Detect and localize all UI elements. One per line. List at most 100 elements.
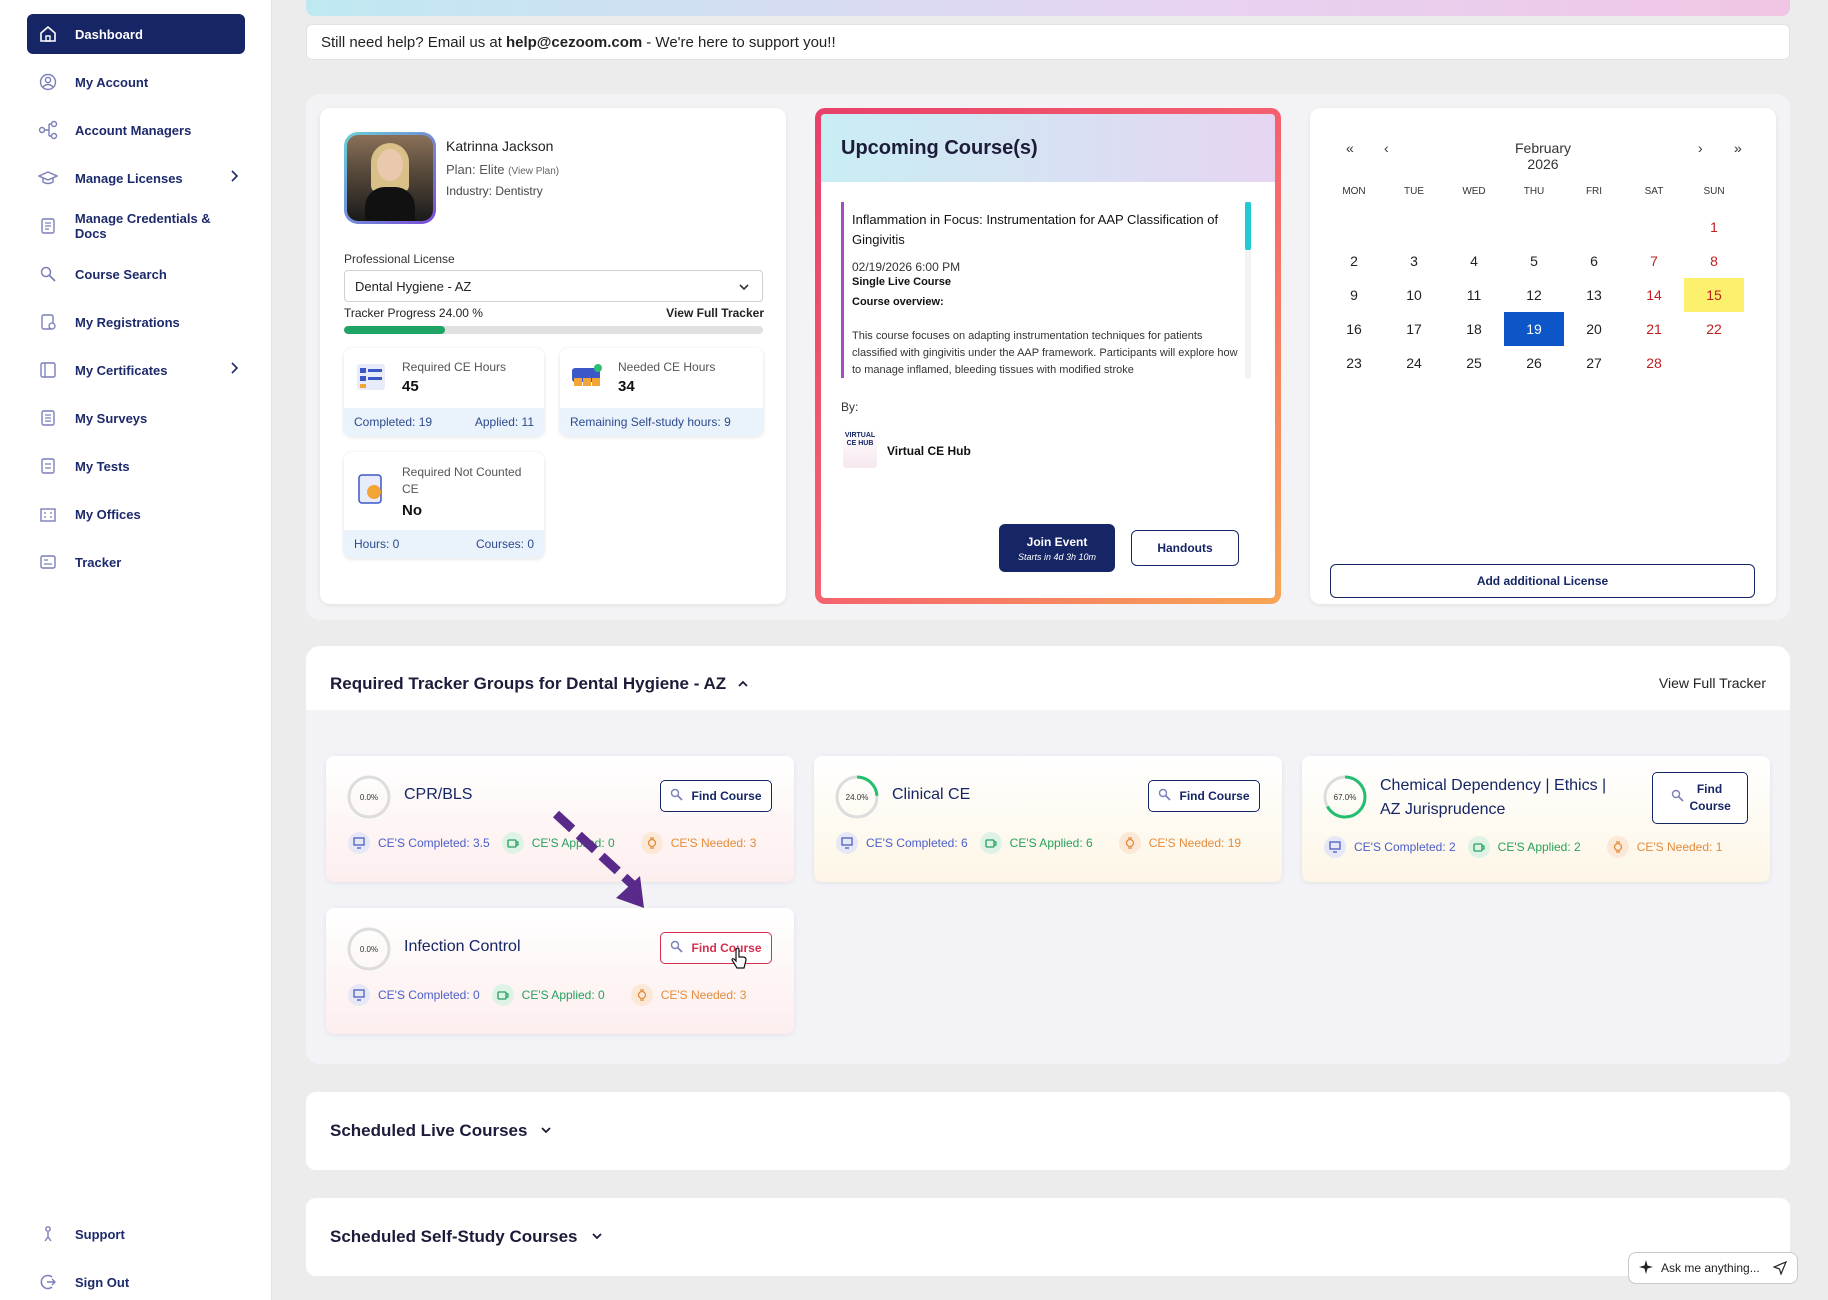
calendar-day[interactable]: 3 — [1384, 244, 1444, 278]
ce-needed: CE'S Needed: 19 — [1148, 836, 1242, 850]
calendar-day[interactable]: 23 — [1324, 346, 1384, 380]
calendar-last-button[interactable]: » — [1734, 140, 1742, 156]
sidebar-item-dashboard[interactable]: Dashboard — [27, 14, 245, 54]
sidebar-item-my-surveys[interactable]: My Surveys — [27, 398, 245, 438]
sidebar-item-label: My Registrations — [75, 314, 180, 330]
find-course-button[interactable]: Find Course — [1652, 772, 1748, 824]
license-select[interactable]: Dental Hygiene - AZ — [344, 270, 763, 302]
calendar-day[interactable]: 18 — [1444, 312, 1504, 346]
overview-scrollbar[interactable] — [1245, 202, 1251, 378]
scheduled-self-study-section[interactable]: Scheduled Self-Study Courses — [306, 1198, 1790, 1276]
test-icon — [37, 455, 59, 477]
profile-card: Katrinna Jackson Plan: Elite (View Plan)… — [320, 108, 786, 604]
certificate-icon — [37, 359, 59, 381]
calendar-day[interactable]: 15 — [1684, 278, 1744, 312]
calendar-prev-button[interactable]: ‹ — [1384, 140, 1389, 156]
sidebar-item-my-registrations[interactable]: My Registrations — [27, 302, 245, 342]
progress-ring — [347, 927, 391, 971]
calendar-day[interactable]: 8 — [1684, 244, 1744, 278]
calendar-day[interactable]: 25 — [1444, 346, 1504, 380]
calendar-day[interactable]: 11 — [1444, 278, 1504, 312]
sidebar-item-support[interactable]: Support — [27, 1214, 245, 1254]
sidebar-item-sign-out[interactable]: Sign Out — [27, 1262, 245, 1300]
scheduled-live-courses-section[interactable]: Scheduled Live Courses — [306, 1092, 1790, 1170]
calendar-day[interactable]: 10 — [1384, 278, 1444, 312]
sidebar-item-manage-credentials[interactable]: Manage Credentials & Docs — [27, 206, 245, 246]
sidebar-item-tracker[interactable]: Tracker — [27, 542, 245, 582]
sidebar-item-my-account[interactable]: My Account — [27, 62, 245, 102]
ce-needed: CE'S Needed: 1 — [1636, 840, 1723, 854]
calendar-day[interactable]: 14 — [1624, 278, 1684, 312]
join-event-button[interactable]: Join Event Starts in 4d 3h 10m — [999, 524, 1115, 572]
calendar-day[interactable]: 1 — [1684, 210, 1744, 244]
calendar-day[interactable]: 19 — [1504, 312, 1564, 346]
add-license-button[interactable]: Add additional License — [1330, 564, 1755, 598]
send-icon[interactable] — [1772, 1260, 1788, 1278]
course-overview-label: Course overview: — [852, 296, 944, 308]
calendar-day[interactable]: 7 — [1624, 244, 1684, 278]
find-course-button[interactable]: Find Course — [660, 780, 772, 812]
group-name: Chemical Dependency | Ethics | AZ Jurisp… — [1380, 777, 1607, 818]
calendar-day[interactable]: 17 — [1384, 312, 1444, 346]
calendar-day[interactable]: 22 — [1684, 312, 1744, 346]
course-detail-panel[interactable]: Inflammation in Focus: Instrumentation f… — [841, 202, 1253, 378]
sidebar-item-my-certificates[interactable]: My Certificates — [27, 350, 245, 390]
not-counted-footer: Hours: 0 Courses: 0 — [344, 530, 544, 558]
ce-applied: CE'S Applied: 2 — [1497, 840, 1581, 854]
calendar-weekday: SAT — [1644, 186, 1664, 197]
calendar-day[interactable]: 12 — [1504, 278, 1564, 312]
sidebar-item-my-offices[interactable]: My Offices — [27, 494, 245, 534]
calendar-day[interactable]: 20 — [1564, 312, 1624, 346]
required-ce-completed: Completed: 19 — [354, 415, 433, 429]
sidebar-item-label: My Offices — [75, 506, 141, 522]
calendar-day[interactable]: 13 — [1564, 278, 1624, 312]
handouts-button[interactable]: Handouts — [1131, 530, 1239, 566]
ce-completed: CE'S Completed: 3.5 — [378, 836, 490, 850]
profile-plan: Plan: Elite (View Plan) — [446, 162, 559, 177]
checklist-icon — [354, 360, 388, 399]
tracker-view-full-link[interactable]: View Full Tracker — [1659, 675, 1766, 691]
course-type: Single Live Course — [852, 276, 952, 288]
calendar-day[interactable]: 4 — [1444, 244, 1504, 278]
sidebar: Dashboard My Account Account Managers Ma… — [0, 0, 272, 1300]
calendar-day[interactable]: 24 — [1384, 346, 1444, 380]
calendar-next-button[interactable]: › — [1698, 140, 1703, 156]
calendar-day[interactable]: 6 — [1564, 244, 1624, 278]
view-full-tracker-link[interactable]: View Full Tracker — [666, 306, 764, 320]
survey-icon — [37, 407, 59, 429]
calendar-day[interactable]: 27 — [1564, 346, 1624, 380]
sidebar-item-label: Account Managers — [75, 122, 192, 138]
calendar-day[interactable]: 26 — [1504, 346, 1564, 380]
chevron-up-icon[interactable] — [736, 677, 750, 695]
calendar-day[interactable]: 16 — [1324, 312, 1384, 346]
help-bar: Still need help? Email us at help@cezoom… — [306, 24, 1790, 60]
view-plan-link[interactable]: (View Plan) — [508, 166, 559, 177]
office-icon — [37, 503, 59, 525]
help-email[interactable]: help@cezoom.com — [506, 34, 642, 51]
tracker-group-clinical: 24.0% Clinical CE Find Course CE'S Compl… — [814, 756, 1282, 882]
sidebar-item-manage-licenses[interactable]: Manage Licenses — [27, 158, 245, 198]
monitor-icon — [1324, 836, 1346, 858]
assistant-input[interactable]: Ask me anything... — [1628, 1252, 1798, 1284]
upcoming-title: Upcoming Course(s) — [821, 114, 1275, 182]
sidebar-item-my-tests[interactable]: My Tests — [27, 446, 245, 486]
chevron-down-icon — [539, 1121, 553, 1141]
plan-label: Plan: Elite — [446, 162, 505, 177]
sidebar-item-label: Manage Licenses — [75, 170, 183, 186]
group-metrics: CE'S Completed: 6 CE'S Applied: 6 CE'S N… — [836, 832, 1253, 854]
sidebar-item-account-managers[interactable]: Account Managers — [27, 110, 245, 150]
calendar-day[interactable]: 5 — [1504, 244, 1564, 278]
find-course-button[interactable]: Find Course — [660, 932, 772, 964]
sidebar-item-label: My Account — [75, 74, 149, 90]
group-metrics: CE'S Completed: 0 CE'S Applied: 0 CE'S N… — [348, 984, 758, 1006]
sidebar-item-course-search[interactable]: Course Search — [27, 254, 245, 294]
calendar-day[interactable]: 21 — [1624, 312, 1684, 346]
calendar-day[interactable]: 9 — [1324, 278, 1384, 312]
calendar-first-button[interactable]: « — [1346, 140, 1354, 156]
ce-applied: CE'S Applied: 6 — [1009, 836, 1093, 850]
find-course-button[interactable]: Find Course — [1148, 780, 1260, 812]
provider-logo: VIRTUAL CE HUB — [843, 428, 877, 468]
not-counted-value: No — [402, 502, 422, 519]
calendar-day[interactable]: 28 — [1624, 346, 1684, 380]
calendar-day[interactable]: 2 — [1324, 244, 1384, 278]
